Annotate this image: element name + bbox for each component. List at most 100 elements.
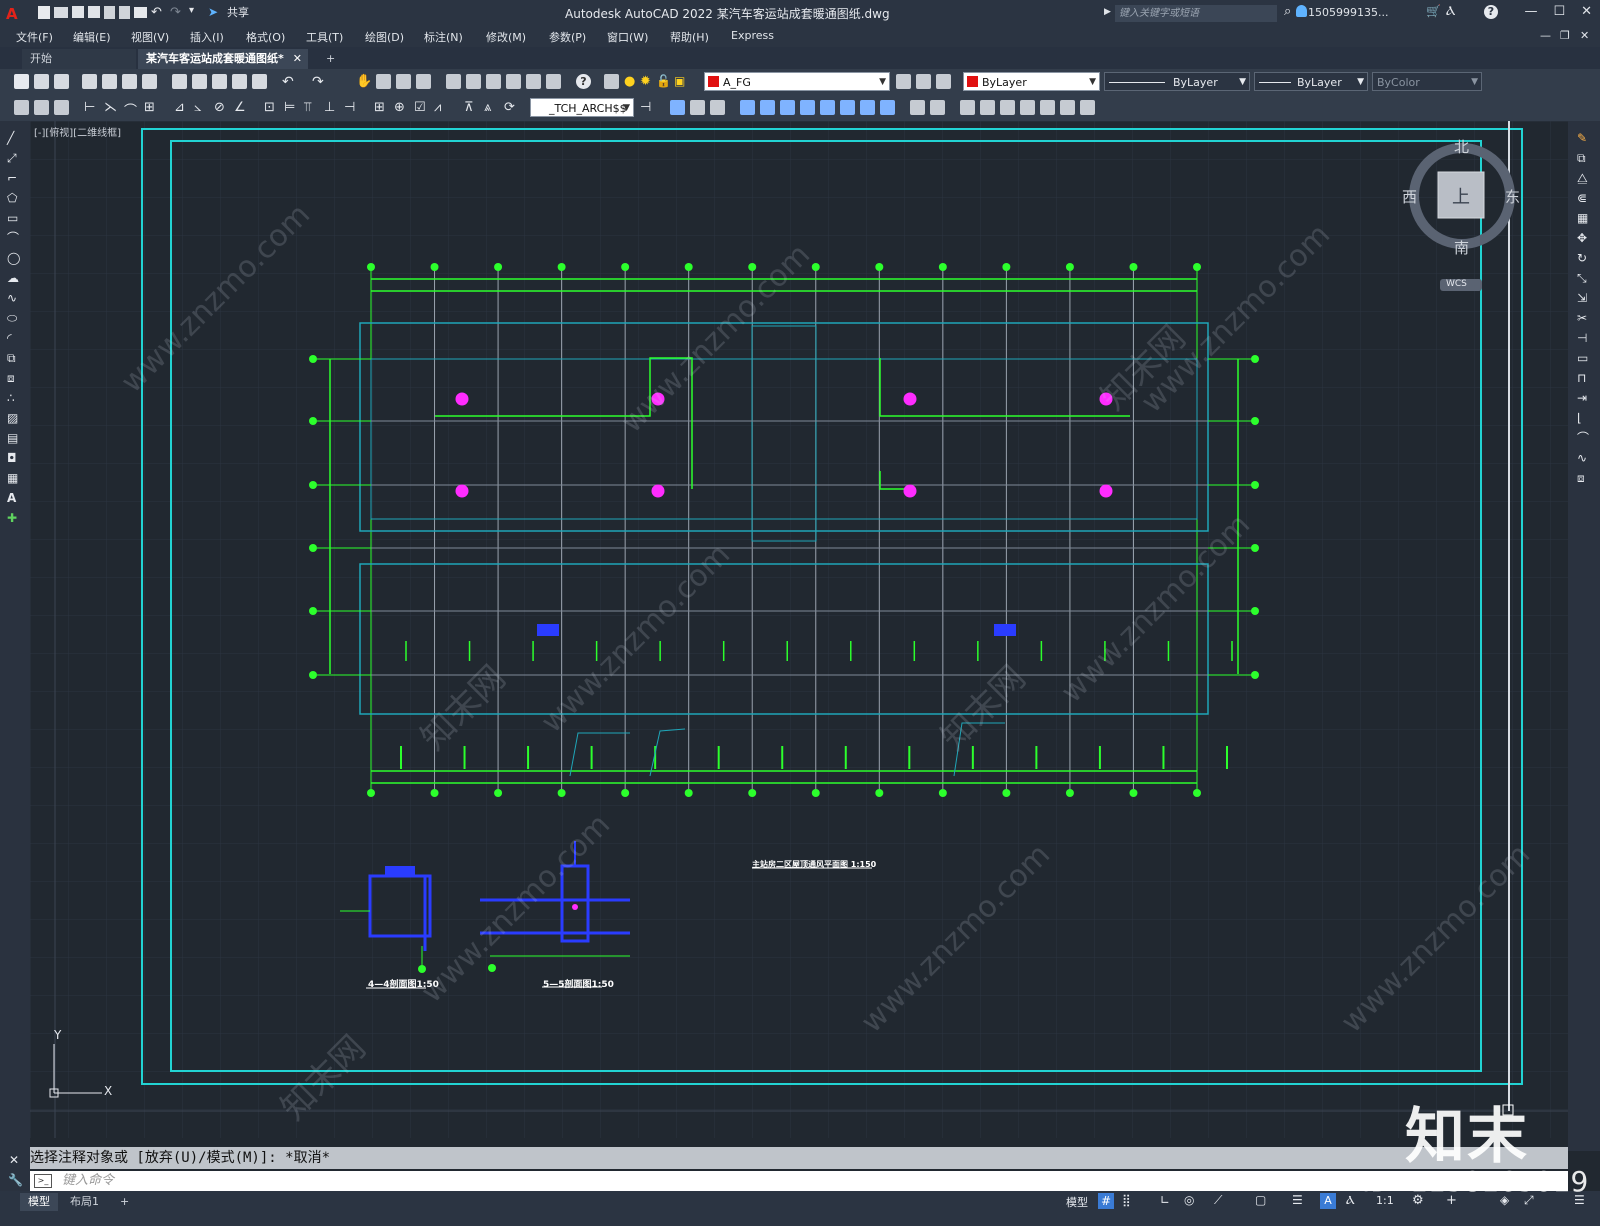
- command-input[interactable]: 键入命令: [30, 1171, 1568, 1191]
- osnap-tracking-icon[interactable]: ⟋: [1214, 1193, 1222, 1208]
- revcloud-icon[interactable]: ☁: [7, 271, 20, 286]
- viewcube-south[interactable]: 南: [1454, 237, 1469, 258]
- search-icon[interactable]: ⌕: [1284, 4, 1291, 19]
- help-icon[interactable]: ?: [1484, 5, 1498, 19]
- redo-icon[interactable]: ↷: [170, 5, 185, 20]
- circle-icon[interactable]: ◯: [7, 251, 20, 266]
- copy-icon[interactable]: [192, 74, 207, 89]
- wedge-icon[interactable]: [820, 100, 835, 115]
- cart-icon[interactable]: 🛒: [1426, 4, 1441, 18]
- inspect-icon[interactable]: ☑: [414, 100, 429, 115]
- dim-ordinate-icon[interactable]: ⊞: [144, 100, 159, 115]
- line-icon[interactable]: ╱: [7, 131, 20, 146]
- 3d-view-icon[interactable]: [670, 100, 685, 115]
- insert-block-icon[interactable]: ⧉: [7, 351, 20, 366]
- dim-continue-icon[interactable]: ⫪: [304, 100, 319, 115]
- user-icon[interactable]: [1296, 5, 1307, 17]
- menu-window[interactable]: 窗口(W): [607, 29, 648, 45]
- polygon-icon[interactable]: ⬠: [7, 191, 20, 206]
- mtext-icon[interactable]: A: [7, 491, 20, 506]
- move-icon[interactable]: ✥: [1577, 231, 1589, 246]
- help-icon[interactable]: ?: [576, 74, 591, 89]
- subtract-icon[interactable]: [930, 100, 945, 115]
- extrude-icon[interactable]: [880, 100, 895, 115]
- break-icon[interactable]: ⊓: [1577, 371, 1589, 386]
- dim-space-icon[interactable]: ⊥: [324, 100, 339, 115]
- qnew-icon[interactable]: [14, 74, 29, 89]
- doc-restore-button[interactable]: ❐: [1560, 29, 1570, 42]
- customize-icon[interactable]: ▾: [189, 5, 204, 20]
- ortho-icon[interactable]: ∟: [1160, 1193, 1170, 1207]
- save-icon[interactable]: [72, 6, 84, 18]
- make-current-layer-icon[interactable]: [896, 74, 911, 89]
- layer-previous-icon[interactable]: [916, 74, 931, 89]
- blend-icon[interactable]: ∿: [1577, 451, 1589, 466]
- doc-minimize-button[interactable]: —: [1540, 29, 1551, 42]
- draworder-icon[interactable]: [14, 100, 29, 115]
- sheet-set-icon[interactable]: [506, 74, 521, 89]
- menu-parametric[interactable]: 参数(P): [549, 29, 586, 45]
- dim-arc-icon[interactable]: ⌒: [124, 100, 139, 119]
- menu-modify[interactable]: 修改(M): [486, 29, 526, 45]
- hatch-icon[interactable]: ▨: [7, 411, 20, 426]
- save-as-icon[interactable]: [88, 6, 100, 18]
- layer-combo[interactable]: A_FG ▼: [704, 72, 890, 91]
- osnap-icon[interactable]: ▢: [1255, 1193, 1266, 1207]
- save-web-icon[interactable]: [119, 5, 130, 19]
- menu-draw[interactable]: 绘图(D): [365, 29, 404, 45]
- erase-icon[interactable]: ✎: [1577, 131, 1589, 146]
- scale-icon[interactable]: ⤡: [1577, 271, 1589, 286]
- dimtedit-icon[interactable]: ⩓: [484, 100, 499, 115]
- zoom-window-icon[interactable]: [396, 74, 411, 89]
- share-icon[interactable]: ➤: [208, 5, 223, 20]
- lineweight-icon[interactable]: ☰: [1292, 1193, 1303, 1207]
- ucs-world-icon[interactable]: [710, 100, 725, 115]
- sphere-icon[interactable]: [760, 100, 775, 115]
- lineweight-combo[interactable]: ByLayer ▼: [1254, 72, 1368, 91]
- publish-icon[interactable]: [122, 74, 137, 89]
- make-block-icon[interactable]: ⧈: [7, 371, 20, 386]
- layer-states-icon[interactable]: [936, 74, 951, 89]
- new-icon[interactable]: [38, 5, 50, 19]
- array-icon[interactable]: ▦: [1577, 211, 1589, 226]
- save-icon[interactable]: [54, 74, 69, 89]
- quick-dim-icon[interactable]: ⊡: [264, 100, 279, 115]
- shell-icon[interactable]: [1040, 100, 1055, 115]
- tolerance-icon[interactable]: ⊞: [374, 100, 389, 115]
- dim-diameter-icon[interactable]: ⊘: [214, 100, 229, 115]
- torus-icon[interactable]: [840, 100, 855, 115]
- share-label[interactable]: 共享: [227, 4, 249, 20]
- point-icon[interactable]: ∴: [7, 391, 20, 406]
- copy-object-icon[interactable]: ⧉: [1577, 151, 1589, 166]
- grid-icon[interactable]: #: [1098, 1193, 1114, 1209]
- wcs-label[interactable]: WCS: [1446, 279, 1467, 289]
- union-icon[interactable]: [910, 100, 925, 115]
- chamfer-icon[interactable]: ⌊: [1577, 411, 1589, 426]
- spline-icon[interactable]: ∿: [7, 291, 20, 306]
- construction-line-icon[interactable]: ⤢: [7, 151, 20, 166]
- rotate-icon[interactable]: ↻: [1577, 251, 1589, 266]
- add-selected-icon[interactable]: ✚: [7, 511, 20, 526]
- rectangle-icon[interactable]: ▭: [7, 211, 20, 226]
- properties-icon[interactable]: [446, 74, 461, 89]
- break-at-point-icon[interactable]: ▭: [1577, 351, 1589, 366]
- block-icon[interactable]: [34, 100, 49, 115]
- polyline-icon[interactable]: ⌐: [7, 171, 20, 186]
- annotation-visibility-icon[interactable]: A: [1320, 1193, 1336, 1209]
- autocad-logo-icon[interactable]: A: [6, 5, 20, 23]
- undo-icon[interactable]: ↶: [151, 5, 166, 20]
- viewcube-north[interactable]: 北: [1454, 136, 1469, 157]
- menu-file[interactable]: 文件(F): [16, 29, 53, 45]
- slice-icon[interactable]: [980, 100, 995, 115]
- linetype-combo[interactable]: ByLayer ▼: [1104, 72, 1250, 91]
- plot-preview-icon[interactable]: [102, 74, 117, 89]
- search-arrow-icon[interactable]: ▶: [1104, 7, 1111, 17]
- ucs-icon[interactable]: [690, 100, 705, 115]
- menu-edit[interactable]: 编辑(E): [73, 29, 111, 45]
- stretch-icon[interactable]: ⇲: [1577, 291, 1589, 306]
- viewcube-east[interactable]: 东: [1505, 186, 1520, 207]
- paste-icon[interactable]: [212, 74, 227, 89]
- menu-tools[interactable]: 工具(T): [306, 29, 343, 45]
- fillet-icon[interactable]: ⌒: [1577, 431, 1589, 446]
- quickselect-icon[interactable]: [54, 100, 69, 115]
